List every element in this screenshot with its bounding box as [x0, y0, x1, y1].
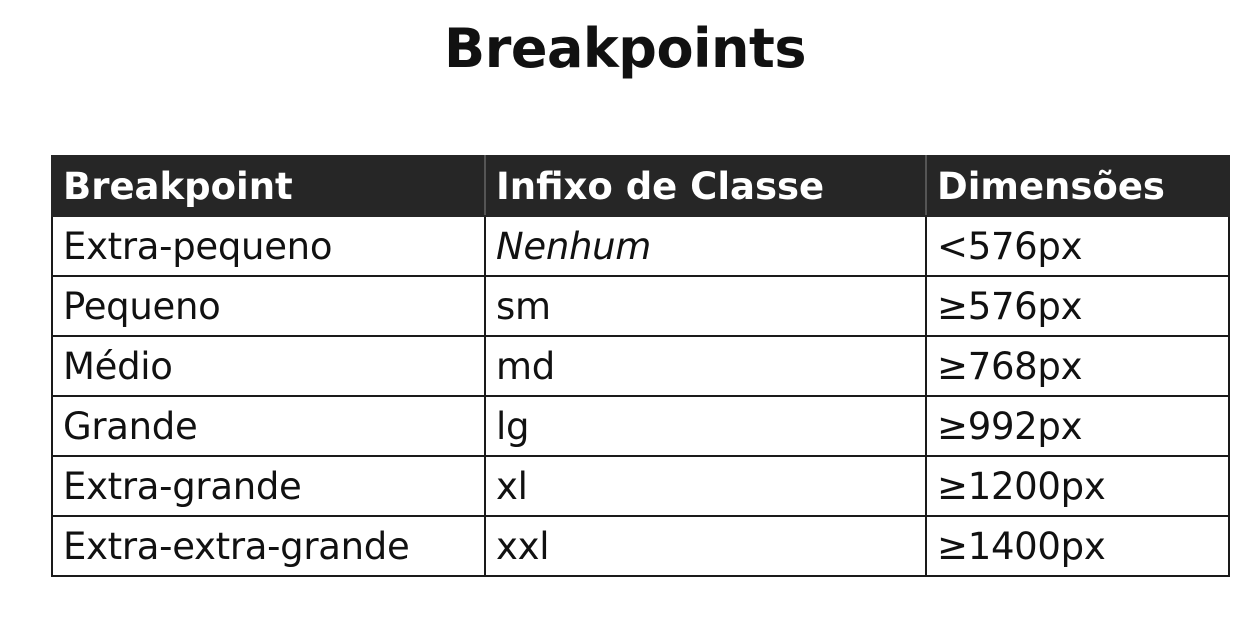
column-header-breakpoint: Breakpoint — [51, 155, 486, 217]
cell-dimension: ≥768px — [925, 335, 1230, 397]
cell-breakpoint: Pequeno — [51, 275, 486, 337]
column-header-class-infix: Infixo de Classe — [484, 155, 927, 217]
cell-breakpoint: Extra-grande — [51, 455, 486, 517]
table-row: Extra-extra-grande xxl ≥1400px — [51, 515, 1230, 577]
table-row: Grande lg ≥992px — [51, 395, 1230, 457]
table-row: Extra-pequeno Nenhum <576px — [51, 215, 1230, 277]
cell-breakpoint: Grande — [51, 395, 486, 457]
table-row: Médio md ≥768px — [51, 335, 1230, 397]
table-row: Extra-grande xl ≥1200px — [51, 455, 1230, 517]
breakpoints-table: Breakpoint Infixo de Classe Dimensões Ex… — [51, 155, 1230, 577]
cell-breakpoint: Extra-extra-grande — [51, 515, 486, 577]
cell-breakpoint: Extra-pequeno — [51, 215, 486, 277]
cell-dimension: ≥1400px — [925, 515, 1230, 577]
cell-dimension: <576px — [925, 215, 1230, 277]
cell-class-infix: xxl — [484, 515, 927, 577]
cell-class-infix: sm — [484, 275, 927, 337]
cell-class-infix: lg — [484, 395, 927, 457]
cell-dimension: ≥1200px — [925, 455, 1230, 517]
table-header-row: Breakpoint Infixo de Classe Dimensões — [51, 155, 1230, 217]
cell-dimension: ≥576px — [925, 275, 1230, 337]
cell-dimension: ≥992px — [925, 395, 1230, 457]
cell-class-infix: md — [484, 335, 927, 397]
table-row: Pequeno sm ≥576px — [51, 275, 1230, 337]
cell-breakpoint: Médio — [51, 335, 486, 397]
column-header-dimensions: Dimensões — [925, 155, 1230, 217]
cell-class-infix: xl — [484, 455, 927, 517]
page-title: Breakpoints — [444, 17, 806, 80]
cell-class-infix: Nenhum — [484, 215, 927, 277]
